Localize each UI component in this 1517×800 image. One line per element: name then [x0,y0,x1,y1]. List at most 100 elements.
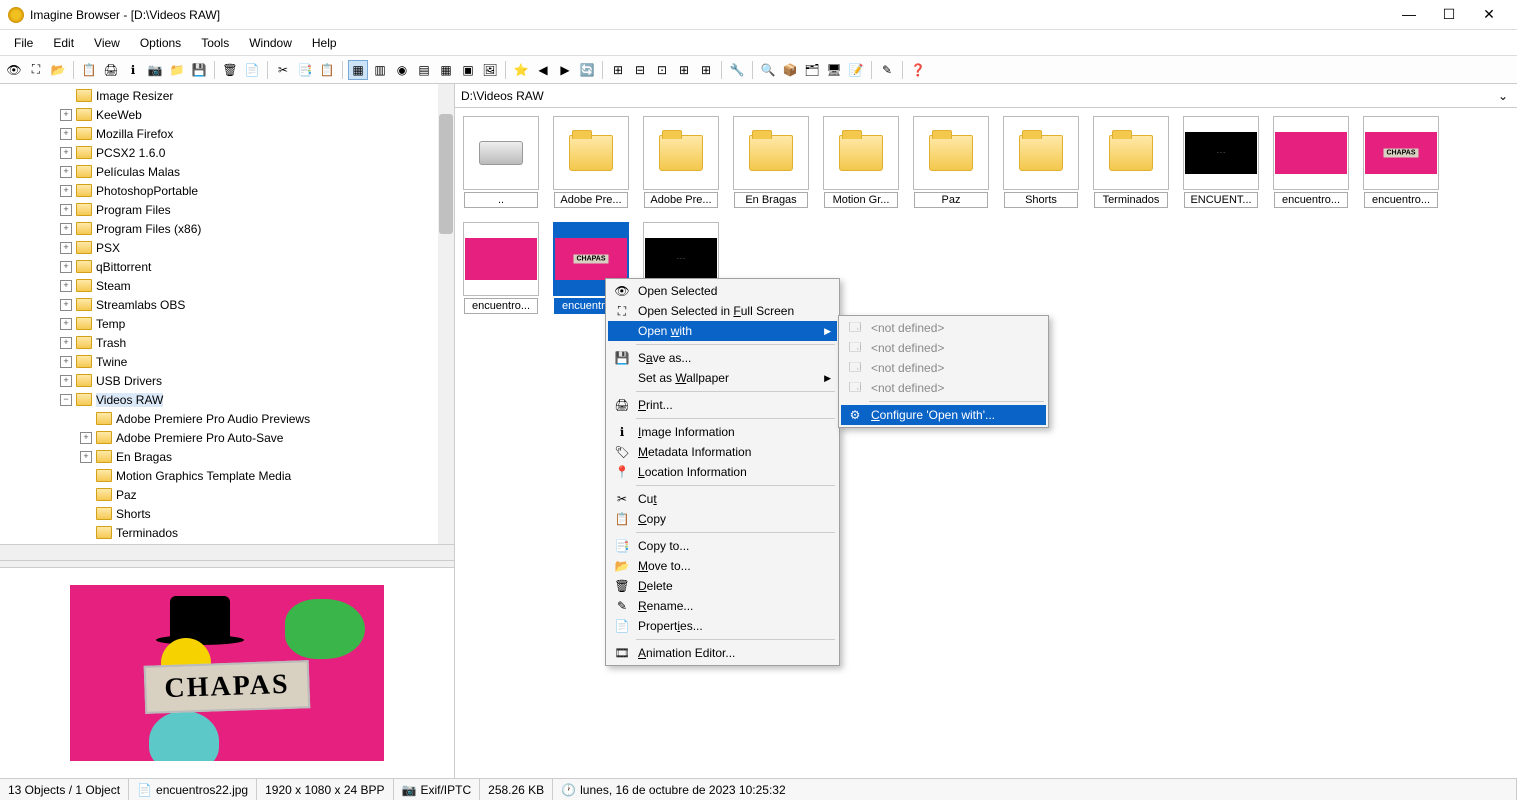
tree-node-twine[interactable]: +Twine [60,352,454,371]
ctx-location-information[interactable]: 📍Location Information [608,462,837,482]
tb-delete-icon[interactable]: 🗑 [220,60,240,80]
maximize-button[interactable]: ☐ [1439,6,1459,23]
tb-print-icon[interactable]: 🖨 [101,60,121,80]
thumb-encuent-[interactable]: · · ·ENCUENT... [1183,116,1259,208]
tree-expander[interactable]: + [60,337,72,349]
ctx-print-[interactable]: 🖨Print... [608,395,837,415]
tb-tool1-icon[interactable]: 🔍 [758,60,778,80]
ctx-rename-[interactable]: ✎Rename... [608,596,837,616]
submenu-configure[interactable]: ⚙Configure 'Open with'... [841,405,1046,425]
menu-help[interactable]: Help [302,32,347,54]
tb-tool2-icon[interactable]: 📦 [780,60,800,80]
tree-scrollbar[interactable] [438,84,454,544]
tb-tool4-icon[interactable]: 🖥 [824,60,844,80]
tree-expander[interactable]: + [60,280,72,292]
tree-node-program-files-x86-[interactable]: +Program Files (x86) [60,219,454,238]
submenu-not-defined-4[interactable]: 🗔<not defined> [841,378,1046,398]
thumb-shorts[interactable]: Shorts [1003,116,1079,208]
path-bar[interactable]: D:\Videos RAW ⌄ [455,84,1517,108]
menu-edit[interactable]: Edit [43,32,84,54]
tree-node-keeweb[interactable]: +KeeWeb [60,105,454,124]
tree-expander[interactable]: + [60,204,72,216]
tb-copy2-icon[interactable]: 📑 [295,60,315,80]
tree-expander[interactable]: + [60,261,72,273]
tb-grid1-icon[interactable]: ⊞ [608,60,628,80]
tree-h-scrollbar[interactable] [0,544,454,560]
tree-expander[interactable]: + [60,375,72,387]
menu-file[interactable]: File [4,32,43,54]
thumb-en-bragas[interactable]: En Bragas [733,116,809,208]
tb-cut-icon[interactable]: ✂ [273,60,293,80]
tb-star-icon[interactable]: ⭐ [511,60,531,80]
thumb-motion-gr-[interactable]: Motion Gr... [823,116,899,208]
tb-tool5-icon[interactable]: 📝 [846,60,866,80]
tb-wrench-icon[interactable]: 🔧 [727,60,747,80]
tb-grid3-icon[interactable]: ⊡ [652,60,672,80]
tree-expander[interactable]: + [60,147,72,159]
tb-copy-icon[interactable]: 📋 [79,60,99,80]
ctx-copy-to-[interactable]: 📑Copy to... [608,536,837,556]
tb-fullscreen-icon[interactable]: ⛶ [26,60,46,80]
tree-node-terminados[interactable]: Terminados [60,523,454,542]
ctx-properties-[interactable]: 📄Properties... [608,616,837,636]
submenu-not-defined-3[interactable]: 🗔<not defined> [841,358,1046,378]
tree-node-temp[interactable]: +Temp [60,314,454,333]
tree-node-trash[interactable]: +Trash [60,333,454,352]
tb-layout7-icon[interactable]: 🖼 [480,60,500,80]
ctx-open-with[interactable]: Open with▶ [608,321,837,341]
tb-view-icon[interactable]: 👁 [4,60,24,80]
tree-node-motion-graphics-template-media[interactable]: Motion Graphics Template Media [60,466,454,485]
folder-tree[interactable]: Image Resizer+KeeWeb+Mozilla Firefox+PCS… [0,84,454,544]
tree-expander[interactable]: + [60,356,72,368]
path-dropdown-icon[interactable]: ⌄ [1495,89,1511,103]
thumb-terminados[interactable]: Terminados [1093,116,1169,208]
tb-page-icon[interactable]: 📄 [242,60,262,80]
tb-layout5-icon[interactable]: ▦ [436,60,456,80]
tb-save-icon[interactable]: 💾 [189,60,209,80]
tb-info-icon[interactable]: ℹ [123,60,143,80]
tb-help-icon[interactable]: ❓ [908,60,928,80]
tb-paste-icon[interactable]: 📋 [317,60,337,80]
tree-node-videos-raw[interactable]: −Videos RAW [60,390,454,409]
ctx-open-selected[interactable]: 👁Open Selected [608,281,837,301]
tb-next-icon[interactable]: ▶ [555,60,575,80]
thumb-adobe-pre-[interactable]: Adobe Pre... [553,116,629,208]
submenu-not-defined-1[interactable]: 🗔<not defined> [841,318,1046,338]
tb-open-icon[interactable]: 📂 [48,60,68,80]
ctx-open-selected-in-full-screen[interactable]: ⛶Open Selected in Full Screen [608,301,837,321]
tree-expander[interactable]: + [60,318,72,330]
menu-view[interactable]: View [84,32,130,54]
ctx-move-to-[interactable]: 📂Move to... [608,556,837,576]
ctx-set-as-wallpaper[interactable]: Set as Wallpaper▶ [608,368,837,388]
close-button[interactable]: ✕ [1479,6,1499,23]
tb-layout6-icon[interactable]: ▣ [458,60,478,80]
tree-node-pcsx2-1-6-0[interactable]: +PCSX2 1.6.0 [60,143,454,162]
pane-splitter[interactable] [0,560,454,568]
tree-expander[interactable]: + [80,432,92,444]
submenu-not-defined-2[interactable]: 🗔<not defined> [841,338,1046,358]
tb-grid4-icon[interactable]: ⊞ [674,60,694,80]
tree-expander[interactable]: + [60,223,72,235]
tb-edit-icon[interactable]: ✎ [877,60,897,80]
tree-expander[interactable]: + [60,109,72,121]
tb-folder-icon[interactable]: 📁 [167,60,187,80]
tree-node-streamlabs-obs[interactable]: +Streamlabs OBS [60,295,454,314]
menu-window[interactable]: Window [239,32,302,54]
thumb-adobe-pre-[interactable]: Adobe Pre... [643,116,719,208]
tree-expander[interactable]: + [80,451,92,463]
ctx-cut[interactable]: ✂Cut [608,489,837,509]
tree-node-en-bragas[interactable]: +En Bragas [60,447,454,466]
tree-node-psx[interactable]: +PSX [60,238,454,257]
tree-expander[interactable]: − [60,394,72,406]
tree-expander[interactable]: + [60,166,72,178]
tb-layout2-icon[interactable]: ▥ [370,60,390,80]
thumb-encuentro-[interactable]: encuentro... [1273,116,1349,208]
tb-tool3-icon[interactable]: 🗂 [802,60,822,80]
tb-grid5-icon[interactable]: ⊞ [696,60,716,80]
tb-camera-icon[interactable]: 📷 [145,60,165,80]
tree-scroll-thumb[interactable] [439,114,453,234]
tree-expander[interactable]: + [60,242,72,254]
tree-node-program-files[interactable]: +Program Files [60,200,454,219]
ctx-copy[interactable]: 📋Copy [608,509,837,529]
menu-tools[interactable]: Tools [191,32,239,54]
